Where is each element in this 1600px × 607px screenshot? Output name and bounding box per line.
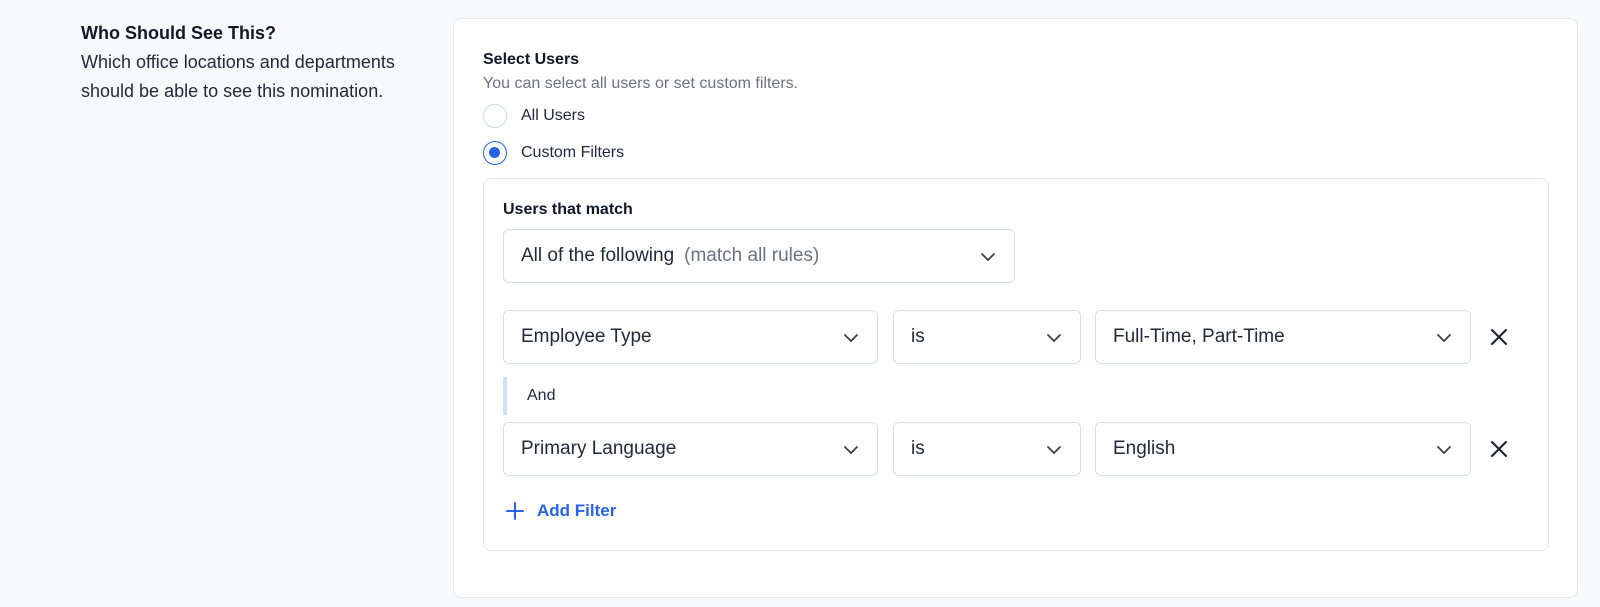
chevron-down-icon xyxy=(1047,334,1061,342)
radio-label: All Users xyxy=(521,107,586,124)
chevron-down-icon xyxy=(844,334,858,342)
section-description: Which office locations and departments s… xyxy=(81,52,395,101)
select-users-label: Select Users xyxy=(483,51,580,68)
match-mode-hint: (match all rules) xyxy=(684,245,820,266)
radio-custom-filters[interactable]: Custom Filters xyxy=(483,141,624,165)
rule-operator-value: is xyxy=(911,326,925,347)
select-users-help: You can select all users or set custom f… xyxy=(483,75,799,92)
custom-filters-panel: Users that match All of the following (m… xyxy=(483,178,1549,551)
rule-field-select[interactable]: Employee Type xyxy=(503,310,878,364)
chevron-down-icon xyxy=(1437,334,1451,342)
rule-operator-select[interactable]: is xyxy=(893,422,1081,476)
rule-field-value: Primary Language xyxy=(521,438,677,459)
users-match-label: Users that match xyxy=(503,201,633,218)
match-mode-value: All of the following xyxy=(521,245,675,266)
chevron-down-icon xyxy=(844,446,858,454)
rule-field-select[interactable]: Primary Language xyxy=(503,422,878,476)
rule-connector: And xyxy=(503,377,555,415)
radio-button[interactable] xyxy=(483,141,507,165)
chevron-down-icon xyxy=(1437,446,1451,454)
rule-value: Full-Time, Part-Time xyxy=(1113,326,1285,347)
section-header: Who Should See This? Which office locati… xyxy=(81,20,411,106)
rule-operator-select[interactable]: is xyxy=(893,310,1081,364)
rule-operator-value: is xyxy=(911,438,925,459)
chevron-down-icon xyxy=(1047,446,1061,454)
rule-field-value: Employee Type xyxy=(521,326,652,347)
plus-icon xyxy=(506,502,524,520)
close-icon xyxy=(1490,440,1508,458)
remove-rule-button[interactable] xyxy=(1485,435,1513,463)
rule-value: English xyxy=(1113,438,1176,459)
close-icon xyxy=(1490,328,1508,346)
settings-card: Select Users You can select all users or… xyxy=(453,18,1578,598)
radio-label: Custom Filters xyxy=(521,144,625,161)
section-title: Who Should See This? xyxy=(81,23,276,43)
rule-value-select[interactable]: English xyxy=(1095,422,1471,476)
add-filter-button[interactable]: Add Filter xyxy=(505,501,616,521)
match-mode-select[interactable]: All of the following (match all rules) xyxy=(503,229,1015,283)
remove-rule-button[interactable] xyxy=(1485,323,1513,351)
add-filter-label: Add Filter xyxy=(537,501,617,520)
radio-button[interactable] xyxy=(483,104,507,128)
rule-value-select[interactable]: Full-Time, Part-Time xyxy=(1095,310,1471,364)
chevron-down-icon xyxy=(981,253,995,261)
radio-all-users[interactable]: All Users xyxy=(483,104,585,128)
